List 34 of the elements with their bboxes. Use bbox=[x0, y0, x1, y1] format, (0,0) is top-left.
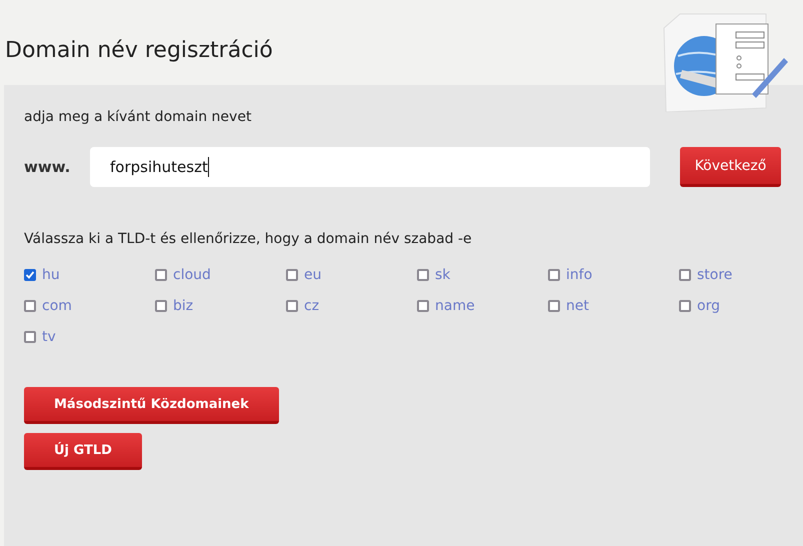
tld-label: cloud bbox=[173, 267, 211, 283]
prompt-text: adja meg a kívánt domain nevet bbox=[24, 109, 252, 125]
tld-label: name bbox=[435, 298, 475, 314]
tld-label: cz bbox=[304, 298, 320, 314]
checkbox[interactable] bbox=[679, 269, 691, 281]
checkbox[interactable] bbox=[679, 300, 691, 312]
checkbox[interactable] bbox=[155, 300, 167, 312]
checkbox[interactable] bbox=[24, 269, 36, 281]
checkbox[interactable] bbox=[548, 269, 560, 281]
checkbox[interactable] bbox=[548, 300, 560, 312]
tld-heading: Válassza ki a TLD-t és ellenőrizze, hogy a domain név szabad -e bbox=[24, 231, 473, 247]
page-title: Domain név regisztráció bbox=[5, 37, 273, 65]
category-button[interactable]: Új GTLD bbox=[24, 433, 142, 470]
tld-label: sk bbox=[435, 267, 450, 283]
tld-label: com bbox=[42, 298, 72, 314]
tld-label: net bbox=[566, 298, 589, 314]
tld-label: biz bbox=[173, 298, 194, 314]
checkbox[interactable] bbox=[286, 269, 298, 281]
next-button[interactable]: Következő bbox=[680, 147, 781, 187]
tld-label: org bbox=[697, 298, 720, 314]
category-button[interactable]: Másodszintű Közdomainek bbox=[24, 387, 279, 424]
tld-label: tv bbox=[42, 329, 56, 345]
checkbox[interactable] bbox=[286, 300, 298, 312]
tld-label: eu bbox=[304, 267, 322, 283]
tld-label: store bbox=[697, 267, 732, 283]
checkbox[interactable] bbox=[24, 331, 36, 343]
checkbox[interactable] bbox=[417, 300, 429, 312]
tld-label: hu bbox=[42, 267, 60, 283]
checkbox[interactable] bbox=[417, 269, 429, 281]
www-prefix: www. bbox=[24, 158, 72, 176]
domain-input-field[interactable]: forpsihuteszt bbox=[90, 147, 650, 187]
checkbox[interactable] bbox=[24, 300, 36, 312]
checkbox[interactable] bbox=[155, 269, 167, 281]
tld-label: info bbox=[566, 267, 592, 283]
